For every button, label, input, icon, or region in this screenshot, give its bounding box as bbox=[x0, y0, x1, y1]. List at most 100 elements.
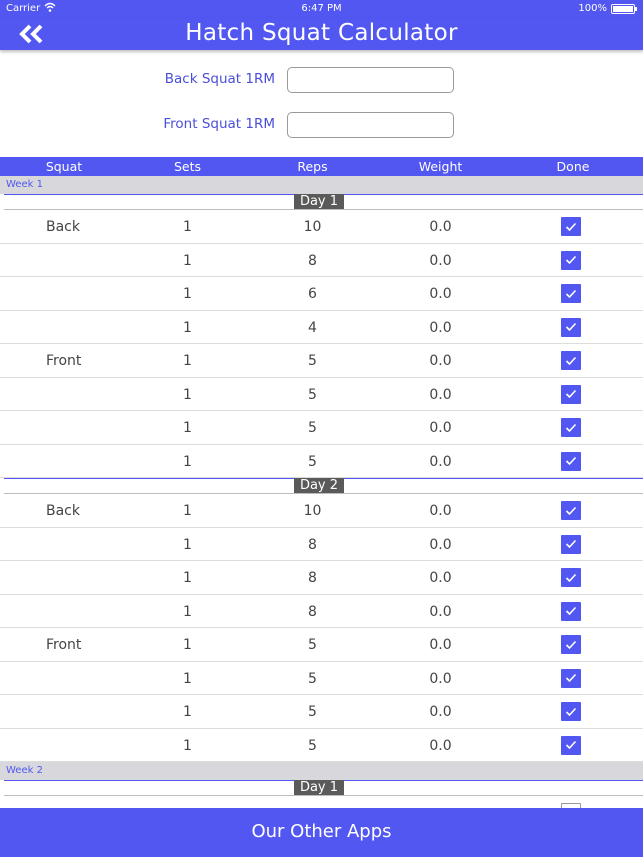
reps-value: 5 bbox=[308, 386, 317, 403]
reps-value: 8 bbox=[308, 252, 317, 269]
squat-type: Back bbox=[46, 219, 80, 235]
weight-value: 0.0 bbox=[429, 536, 452, 553]
day-header: Day 2 bbox=[0, 478, 643, 494]
checkmark-icon bbox=[565, 322, 577, 332]
table-row: 1 8 0.0 bbox=[0, 244, 643, 277]
done-checkbox[interactable] bbox=[561, 735, 581, 755]
done-checkbox[interactable] bbox=[561, 668, 581, 688]
sets-value: 1 bbox=[183, 353, 192, 369]
checkmark-icon bbox=[565, 456, 577, 466]
day-header: Day 1 bbox=[0, 194, 643, 210]
checkmark-icon bbox=[565, 606, 577, 616]
weight-value: 0.0 bbox=[429, 570, 452, 586]
front-squat-label: Front Squat 1RM bbox=[163, 116, 275, 132]
reps-value: 5 bbox=[308, 420, 317, 436]
back-squat-row: Back Squat 1RM bbox=[0, 67, 643, 97]
sets-value: 1 bbox=[183, 603, 192, 620]
table-row: 1 8 0.0 bbox=[0, 595, 643, 628]
sets-value: 1 bbox=[183, 386, 192, 403]
sets-value: 1 bbox=[183, 670, 192, 687]
reps-value: 5 bbox=[308, 670, 317, 687]
done-checkbox[interactable] bbox=[561, 217, 581, 236]
table-row: 1 5 0.0 bbox=[0, 378, 643, 411]
sets-value: 1 bbox=[183, 737, 192, 754]
done-checkbox[interactable] bbox=[561, 284, 581, 303]
done-checkbox[interactable] bbox=[561, 702, 581, 721]
sets-value: 1 bbox=[183, 536, 192, 553]
table-row bbox=[0, 796, 643, 808]
reps-value: 5 bbox=[308, 704, 317, 720]
done-checkbox[interactable] bbox=[561, 418, 581, 437]
sets-value: 1 bbox=[183, 252, 192, 269]
table-row: 1 4 0.0 bbox=[0, 311, 643, 344]
double-chevron-left-icon bbox=[19, 24, 43, 44]
done-checkbox[interactable] bbox=[561, 351, 581, 370]
front-squat-input[interactable] bbox=[287, 112, 454, 138]
table-row: 1 5 0.0 bbox=[0, 445, 643, 478]
table-row: 1 5 0.0 bbox=[0, 729, 643, 762]
weight-value: 0.0 bbox=[429, 386, 452, 403]
sets-value: 1 bbox=[183, 453, 192, 470]
table-row: 1 5 0.0 bbox=[0, 662, 643, 695]
status-time: 6:47 PM bbox=[301, 3, 342, 14]
weight-value: 0.0 bbox=[429, 670, 452, 687]
day-header: Day 1 bbox=[0, 780, 643, 796]
checkmark-icon bbox=[565, 222, 577, 231]
weight-value: 0.0 bbox=[429, 453, 452, 470]
sets-value: 1 bbox=[183, 286, 192, 302]
back-squat-input[interactable] bbox=[287, 67, 454, 93]
schedule-list[interactable]: Week 1 Day 1 Back 1 10 0.0 1 8 0.0 1 6 0.0 1 4 0.0 Fron… bbox=[0, 176, 643, 808]
weight-value: 0.0 bbox=[429, 252, 452, 269]
table-row: 1 6 0.0 bbox=[0, 277, 643, 311]
reps-value: 5 bbox=[308, 353, 317, 369]
front-squat-row: Front Squat 1RM bbox=[0, 112, 643, 142]
week-header: Week 1 bbox=[0, 176, 643, 194]
done-checkbox[interactable] bbox=[561, 451, 581, 471]
table-row: 1 5 0.0 bbox=[0, 411, 643, 445]
table-row: 1 5 0.0 bbox=[0, 695, 643, 729]
checkmark-icon bbox=[565, 506, 577, 515]
weight-value: 0.0 bbox=[429, 353, 452, 369]
week-header: Week 2 bbox=[0, 762, 643, 780]
checkmark-icon bbox=[565, 289, 577, 298]
back-button[interactable] bbox=[12, 20, 52, 48]
done-checkbox[interactable] bbox=[561, 568, 581, 587]
reps-value: 8 bbox=[308, 570, 317, 586]
squat-type: Front bbox=[46, 353, 82, 369]
table-row: Back 1 10 0.0 bbox=[0, 494, 643, 528]
reps-value: 5 bbox=[308, 453, 317, 470]
checkmark-icon bbox=[565, 539, 577, 549]
header-reps: Reps bbox=[297, 159, 328, 174]
checkmark-icon bbox=[565, 255, 577, 265]
done-checkbox[interactable] bbox=[561, 601, 581, 621]
checkmark-icon bbox=[565, 673, 577, 683]
done-checkbox[interactable] bbox=[561, 250, 581, 270]
back-squat-label: Back Squat 1RM bbox=[164, 71, 275, 87]
status-bar: Carrier 6:47 PM 100% bbox=[0, 0, 643, 18]
day-label: Day 1 bbox=[294, 780, 344, 796]
header-sets: Sets bbox=[173, 159, 202, 174]
done-checkbox[interactable] bbox=[561, 534, 581, 554]
weight-value: 0.0 bbox=[429, 420, 452, 436]
squat-type: Back bbox=[46, 503, 80, 519]
reps-value: 10 bbox=[303, 219, 322, 235]
sets-value: 1 bbox=[183, 570, 192, 586]
reps-value: 10 bbox=[303, 503, 322, 519]
done-checkbox[interactable] bbox=[561, 384, 581, 404]
sets-value: 1 bbox=[183, 319, 192, 336]
sets-value: 1 bbox=[183, 637, 192, 653]
weight-value: 0.0 bbox=[429, 286, 452, 302]
done-checkbox[interactable] bbox=[561, 317, 581, 337]
done-checkbox[interactable] bbox=[561, 501, 581, 520]
done-checkbox[interactable] bbox=[561, 635, 581, 654]
weight-value: 0.0 bbox=[429, 603, 452, 620]
weight-value: 0.0 bbox=[429, 219, 452, 235]
checkmark-icon bbox=[565, 389, 577, 399]
weight-value: 0.0 bbox=[429, 737, 452, 754]
header-done: Done bbox=[556, 159, 590, 174]
table-row: Front 1 5 0.0 bbox=[0, 344, 643, 378]
sets-value: 1 bbox=[183, 503, 192, 519]
reps-value: 5 bbox=[308, 737, 317, 754]
other-apps-button[interactable]: Our Other Apps bbox=[0, 808, 643, 857]
reps-value: 5 bbox=[308, 637, 317, 653]
